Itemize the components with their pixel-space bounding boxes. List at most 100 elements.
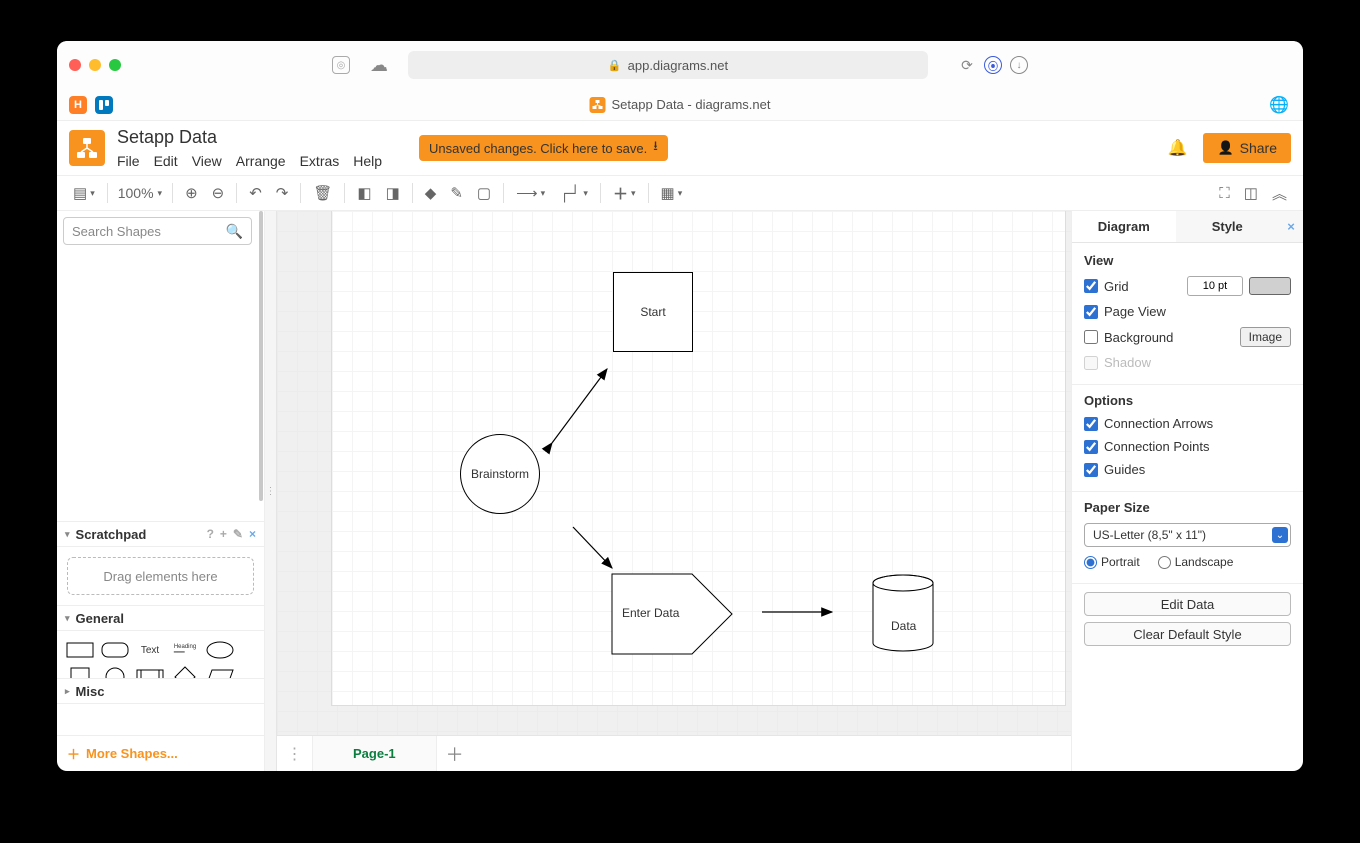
delete-button[interactable]: 🗑 [311, 182, 334, 204]
more-shapes-button[interactable]: ＋More Shapes... [57, 735, 264, 771]
general-header[interactable]: ▾ General [57, 605, 264, 631]
menu-help[interactable]: Help [353, 153, 382, 169]
translate-icon[interactable]: ⟳ [958, 56, 976, 74]
line-color-button[interactable]: ✎ [448, 182, 465, 204]
pinned-tab-h[interactable]: H [69, 96, 87, 114]
tab-style[interactable]: Style [1176, 211, 1280, 242]
document-title[interactable]: Setapp Data [117, 127, 217, 148]
shape-process[interactable] [135, 666, 165, 678]
shape-circle[interactable] [100, 666, 130, 678]
menu-arrange[interactable]: Arrange [236, 153, 286, 169]
background-checkbox[interactable] [1084, 330, 1098, 344]
close-window[interactable] [69, 59, 81, 71]
notifications-icon[interactable]: 🔔 [1168, 138, 1188, 158]
background-image-button[interactable]: Image [1240, 327, 1291, 347]
grid-color-swatch[interactable] [1249, 277, 1291, 295]
conn-arrows-checkbox[interactable] [1084, 417, 1098, 431]
page-paper [332, 211, 1065, 705]
chevron-down-icon: ⌄ [1272, 527, 1288, 543]
save-icon: ⭳ [653, 137, 658, 159]
main-area: Search Shapes 🔍 ▾ Scratchpad ? + ✎ × Dra… [57, 211, 1303, 771]
grid-size-input[interactable] [1187, 276, 1243, 296]
node-brainstorm[interactable]: Brainstorm [460, 434, 540, 514]
zoom-window[interactable] [109, 59, 121, 71]
guides-checkbox[interactable] [1084, 463, 1098, 477]
portrait-radio[interactable]: Portrait [1084, 555, 1140, 569]
shapes-palette: Text Heading━━━ [57, 631, 264, 678]
canvas[interactable]: Start Brainstorm [277, 211, 1071, 735]
scratchpad-edit-icon[interactable]: ✎ [233, 527, 243, 541]
search-shapes-input[interactable]: Search Shapes 🔍 [63, 217, 252, 245]
menubar: File Edit View Arrange Extras Help [117, 153, 382, 169]
language-icon[interactable]: 🌐 [1269, 95, 1289, 115]
menu-extras[interactable]: Extras [300, 153, 340, 169]
url-bar[interactable]: 🔒 app.diagrams.net [408, 51, 928, 79]
window-controls [69, 59, 121, 71]
shadow-button[interactable]: ▢ [475, 182, 493, 204]
download-icon[interactable]: ↓ [1010, 56, 1028, 74]
scratchpad-add-icon[interactable]: + [220, 527, 227, 541]
menu-view[interactable]: View [192, 153, 222, 169]
clear-style-button[interactable]: Clear Default Style [1084, 622, 1291, 646]
pageview-checkbox[interactable] [1084, 305, 1098, 319]
menu-edit[interactable]: Edit [154, 153, 178, 169]
shape-square[interactable] [65, 666, 95, 678]
password-icon[interactable]: ⦿ [984, 56, 1002, 74]
options-section: Options [1084, 393, 1291, 408]
view-section: View [1084, 253, 1291, 268]
papersize-select[interactable]: US-Letter (8,5" x 11") ⌄ [1084, 523, 1291, 547]
scratchpad-close-icon[interactable]: × [249, 527, 256, 541]
toolbar: ▤▾ 100%▾ ⊕ ⊖ ↶ ↷ 🗑 ◧ ◨ ◆ ✎ ▢ ⟶▾ ┌┘▾ ＋▾ ▦… [57, 175, 1303, 211]
toggle-sidebar-button[interactable]: ▤▾ [71, 182, 97, 204]
share-button[interactable]: Share [1203, 133, 1291, 163]
fullscreen-button[interactable]: ⛶ [1217, 183, 1232, 204]
table-button[interactable]: ▦▾ [659, 182, 685, 204]
panel-close-button[interactable]: × [1279, 211, 1303, 242]
connection-style-button[interactable]: ⟶▾ [514, 182, 547, 204]
scratchpad-help-icon[interactable]: ? [207, 527, 214, 541]
fill-color-button[interactable]: ◆ [423, 182, 439, 204]
shape-rect[interactable] [65, 639, 95, 661]
app-logo[interactable] [69, 130, 105, 166]
shape-ellipse[interactable] [205, 639, 235, 661]
minimize-window[interactable] [89, 59, 101, 71]
add-page-button[interactable]: ＋ [437, 736, 473, 771]
unsaved-banner[interactable]: Unsaved changes. Click here to save. ⭳ [419, 135, 668, 161]
url-text: app.diagrams.net [628, 58, 728, 73]
undo-button[interactable]: ↶ [247, 182, 264, 204]
pinned-tab-trello[interactable] [95, 96, 113, 114]
browser-tabbar: H Setapp Data - diagrams.net [57, 89, 1303, 121]
zoom-in-button[interactable]: ⊕ [183, 182, 200, 204]
edit-data-button[interactable]: Edit Data [1084, 592, 1291, 616]
to-back-button[interactable]: ◨ [384, 182, 402, 204]
insert-button[interactable]: ＋▾ [611, 181, 638, 206]
shape-heading[interactable]: Heading━━━ [170, 639, 200, 661]
menu-file[interactable]: File [117, 153, 140, 169]
page-tab-1[interactable]: Page-1 [313, 736, 437, 771]
waypoints-button[interactable]: ┌┘▾ [557, 183, 590, 204]
node-start[interactable]: Start [613, 272, 693, 352]
grid-checkbox[interactable] [1084, 279, 1098, 293]
shape-roundrect[interactable] [100, 639, 130, 661]
zoom-out-button[interactable]: ⊖ [210, 182, 227, 204]
redo-button[interactable]: ↷ [274, 182, 291, 204]
tab-diagram[interactable]: Diagram [1072, 211, 1176, 242]
split-handle[interactable]: ⋮ [265, 211, 277, 771]
format-panel-button[interactable]: ◫ [1242, 182, 1260, 204]
page-menu-button[interactable]: ⋮ [277, 736, 313, 771]
active-tab[interactable]: Setapp Data - diagrams.net [590, 97, 771, 113]
zoom-dropdown[interactable]: 100%▾ [118, 185, 162, 201]
scratchpad-header[interactable]: ▾ Scratchpad ? + ✎ × [57, 521, 264, 547]
misc-header[interactable]: ▸ Misc [57, 678, 264, 704]
cloud-icon[interactable]: ☁ [370, 55, 388, 76]
shape-text[interactable]: Text [135, 639, 165, 661]
privacy-icon[interactable]: ◎ [332, 56, 350, 74]
landscape-radio[interactable]: Landscape [1158, 555, 1234, 569]
collapse-button[interactable]: ︽ [1270, 181, 1289, 206]
sidebar-scrollbar[interactable] [259, 211, 263, 501]
conn-points-checkbox[interactable] [1084, 440, 1098, 454]
shape-diamond[interactable] [170, 666, 200, 678]
to-front-button[interactable]: ◧ [355, 182, 373, 204]
shape-parallelogram[interactable] [205, 666, 235, 678]
scratchpad-dropzone[interactable]: Drag elements here [67, 557, 254, 595]
